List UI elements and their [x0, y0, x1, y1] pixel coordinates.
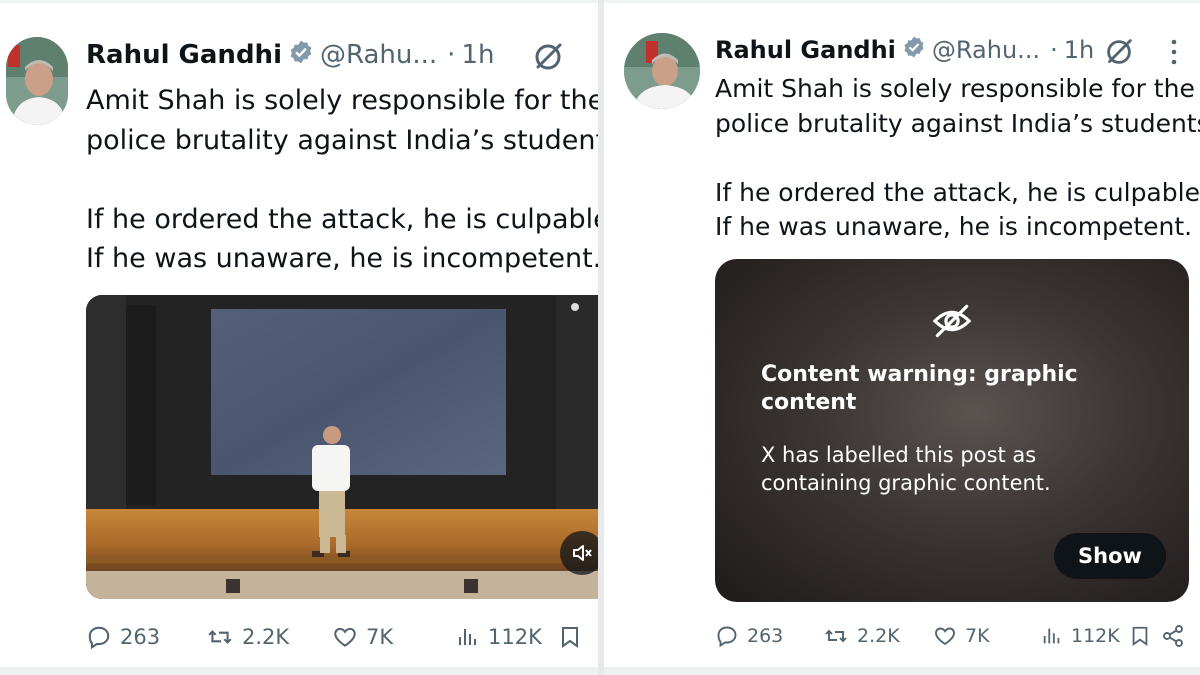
bookmark-button[interactable] [1129, 624, 1151, 648]
author-handle[interactable]: @Rahu... [932, 36, 1040, 64]
post-time[interactable]: 1h [461, 40, 494, 70]
eye-slash-icon[interactable] [530, 39, 566, 79]
reply-count: 263 [120, 625, 161, 649]
author-handle[interactable]: @Rahu... [320, 40, 437, 70]
tweet-text-line: police brutality against India’s student… [715, 108, 1200, 138]
separator-dot: · [1050, 36, 1058, 64]
tweet-card-left[interactable]: Rahul Gandhi @Rahu... · 1h Amit Shah is … [0, 0, 598, 675]
separator-dot: · [447, 40, 456, 70]
tweet-text-line: If he was unaware, he is incompetent. [715, 212, 1193, 241]
reply-count: 263 [747, 625, 784, 647]
tweet-header: Rahul Gandhi @Rahu... · 1h [86, 37, 494, 73]
like-button[interactable]: 7K [332, 624, 393, 650]
eye-slash-icon[interactable] [1102, 35, 1136, 73]
bookmark-icon [562, 627, 578, 648]
heart-icon [935, 627, 955, 646]
reply-icon [88, 626, 110, 650]
heart-icon [334, 627, 356, 647]
like-button[interactable]: 7K [933, 624, 990, 648]
views-count: 112K [488, 625, 542, 649]
avatar[interactable] [6, 37, 68, 125]
repost-icon [208, 630, 232, 644]
author-name[interactable]: Rahul Gandhi [86, 40, 282, 70]
avatar[interactable] [624, 33, 700, 109]
tweet-text-line: If he ordered the attack, he is culpable… [715, 177, 1200, 207]
author-name[interactable]: Rahul Gandhi [715, 36, 896, 64]
views-button[interactable]: 112K [456, 624, 542, 650]
repost-count: 2.2K [857, 625, 900, 647]
divider [0, 667, 598, 675]
tweet-card-right[interactable]: Rahul Gandhi @Rahu... · 1h Amit Shah is … [604, 0, 1200, 675]
tweet-text-line: If he ordered the attack, he is culpable [86, 203, 598, 235]
reply-icon [717, 626, 737, 648]
bookmark-icon [1132, 626, 1148, 647]
tweet-actions: 263 2.2K 7K 112K [86, 621, 598, 653]
like-count: 7K [366, 625, 394, 649]
tweet-text: Amit Shah is solely responsible for the … [715, 72, 1200, 245]
show-button[interactable]: Show [1054, 533, 1166, 579]
repost-icon [825, 629, 847, 643]
reply-button[interactable]: 263 [86, 624, 160, 650]
tweet-text-line: If he was unaware, he is incompetent. [86, 243, 598, 274]
eye-slash-icon [930, 299, 974, 347]
post-time[interactable]: 1h [1064, 36, 1094, 64]
tweet-text-line: Amit Shah is solely responsible for the [86, 85, 598, 116]
share-button[interactable] [1161, 624, 1185, 648]
tweet-actions: 263 2.2K 7K 112K [715, 620, 1185, 652]
divider [604, 667, 1200, 675]
more-vertical-icon[interactable] [1170, 39, 1178, 69]
views-count: 112K [1071, 625, 1120, 647]
share-icon [1163, 625, 1183, 647]
bookmark-button[interactable] [558, 624, 582, 650]
reply-button[interactable]: 263 [715, 624, 783, 648]
content-warning-title: Content warning: graphic content [761, 362, 1078, 415]
tweet-text: Amit Shah is solely responsible for the … [86, 81, 598, 279]
like-count: 7K [965, 625, 990, 647]
content-warning-body: X has labelled this post as containing g… [761, 443, 1051, 495]
speaker-muted-icon[interactable] [560, 531, 598, 575]
video-player[interactable] [86, 295, 598, 599]
repost-count: 2.2K [242, 625, 290, 649]
tweet-header: Rahul Gandhi @Rahu... · 1h [715, 33, 1094, 67]
repost-button[interactable]: 2.2K [823, 624, 900, 648]
views-chart-icon [459, 629, 476, 645]
repost-button[interactable]: 2.2K [206, 624, 289, 650]
verified-badge-icon [902, 35, 926, 65]
verified-badge-icon [288, 39, 314, 72]
views-chart-icon [1043, 628, 1060, 644]
tweet-text-line: Amit Shah is solely responsible for the [715, 74, 1195, 103]
content-warning-overlay: Content warning: graphic content X has l… [715, 259, 1189, 602]
tweet-text-line: police brutality against India’s student [86, 124, 598, 156]
views-button[interactable]: 112K [1041, 624, 1120, 648]
stage-video-frame [86, 295, 598, 599]
